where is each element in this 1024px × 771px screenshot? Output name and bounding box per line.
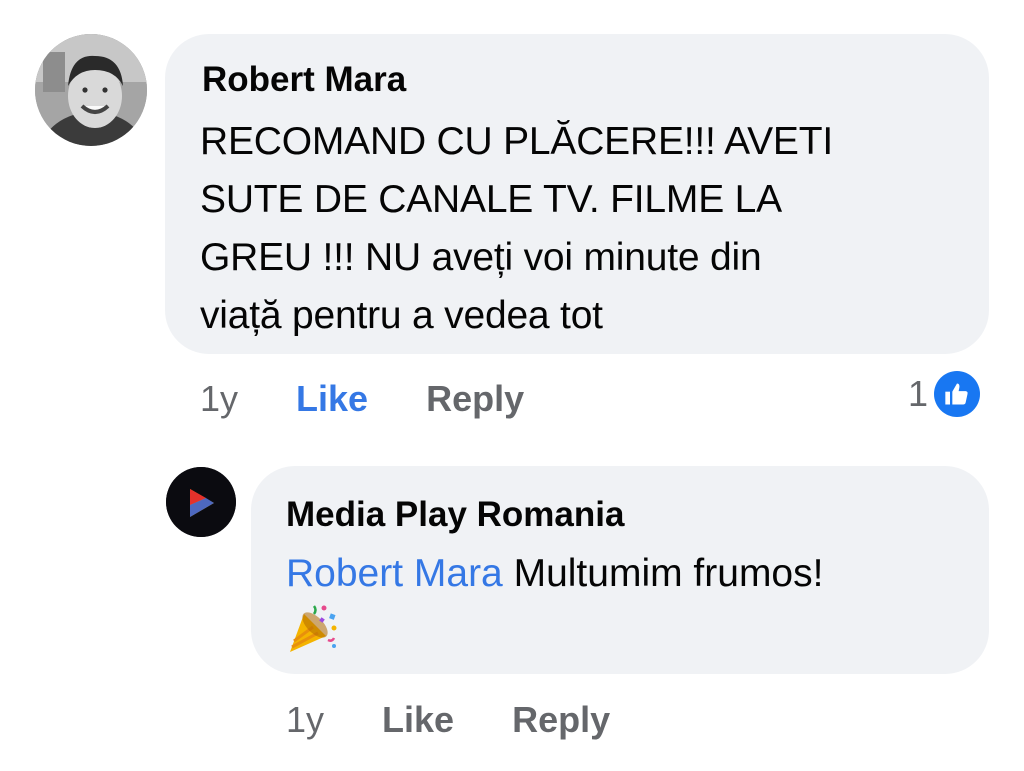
reaction-summary[interactable]: 1 bbox=[908, 370, 981, 418]
comment-actions: 1y Like Reply bbox=[200, 376, 524, 422]
page-avatar[interactable] bbox=[166, 467, 236, 537]
reply-author[interactable]: Media Play Romania bbox=[286, 495, 624, 535]
reply-like-button[interactable]: Like bbox=[382, 699, 454, 741]
comment-text: RECOMAND CU PLĂCERE!!! AVETI SUTE DE CAN… bbox=[200, 120, 833, 337]
comment-timestamp[interactable]: 1y bbox=[200, 378, 238, 420]
reply-reply-button[interactable]: Reply bbox=[512, 699, 610, 741]
comment-bubble: Robert Mara RECOMAND CU PLĂCERE!!! AVETI… bbox=[165, 34, 989, 354]
comment-author[interactable]: Robert Mara bbox=[202, 60, 406, 100]
reply-message: Multumim frumos! bbox=[502, 552, 824, 595]
reply-bubble: Media Play Romania Robert Mara Multumim … bbox=[251, 466, 989, 674]
thumbs-up-icon bbox=[934, 371, 981, 417]
reply-timestamp[interactable]: 1y bbox=[286, 699, 324, 741]
mention-link[interactable]: Robert Mara bbox=[286, 552, 503, 595]
reply-text: Robert Mara Multumim frumos! bbox=[286, 551, 823, 597]
like-button[interactable]: Like bbox=[296, 378, 368, 420]
reply-actions: 1y Like Reply bbox=[286, 697, 610, 743]
avatar[interactable] bbox=[35, 34, 147, 146]
party-popper-icon bbox=[284, 600, 340, 656]
reply-button[interactable]: Reply bbox=[426, 378, 524, 420]
comment-thread: Robert Mara RECOMAND CU PLĂCERE!!! AVETI… bbox=[0, 0, 1024, 771]
reaction-count: 1 bbox=[908, 373, 929, 414]
